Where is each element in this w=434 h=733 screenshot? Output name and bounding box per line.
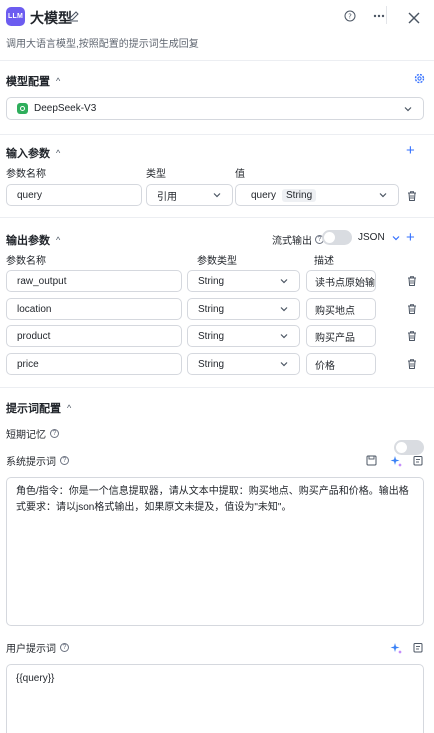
node-title: 大模型	[30, 10, 72, 26]
save-icon[interactable]	[366, 455, 377, 466]
chevron-up-icon: ^	[56, 76, 61, 86]
output-format-value: JSON	[358, 232, 385, 243]
svg-text:?: ?	[348, 13, 352, 21]
ai-sparkle-icon[interactable]	[390, 455, 402, 467]
divider	[0, 387, 434, 388]
stream-output-toggle[interactable]	[322, 230, 352, 245]
model-config-header[interactable]: 模型配置 ^	[6, 73, 60, 89]
help-icon[interactable]: ?	[60, 643, 69, 652]
output-param-desc-field[interactable]: 购买地点	[306, 298, 376, 320]
output-param-desc-field[interactable]: 读书点原始输出	[306, 270, 376, 292]
divider	[0, 217, 434, 218]
stream-output-label: 流式输出	[272, 236, 312, 247]
short-memory-label: 短期记忆	[6, 430, 46, 441]
chevron-down-icon	[404, 106, 412, 111]
prompt-config-header[interactable]: 提示词配置 ^	[6, 400, 71, 416]
ref-variable-name: query	[251, 189, 277, 201]
chevron-up-icon: ^	[67, 403, 72, 413]
output-param-desc-field[interactable]: 购买产品	[306, 325, 376, 347]
help-icon[interactable]: ?	[50, 429, 59, 438]
output-param-name-field[interactable]: raw_output	[6, 270, 182, 292]
chevron-down-icon	[280, 279, 288, 284]
chevron-down-icon	[379, 193, 387, 198]
chevron-up-icon: ^	[56, 235, 61, 245]
col-param-name: 参数名称	[6, 256, 46, 267]
output-format-select[interactable]: JSON	[358, 232, 401, 243]
add-output-param-button[interactable]: +	[406, 230, 415, 245]
input-params-title: 输入参数	[6, 148, 50, 160]
chevron-down-icon	[280, 362, 288, 367]
user-prompt-label: 用户提示词	[6, 644, 56, 655]
edit-icon[interactable]	[68, 10, 80, 22]
col-param-name: 参数名称	[6, 169, 46, 180]
chevron-up-icon: ^	[56, 148, 61, 158]
col-description: 描述	[314, 256, 334, 267]
user-prompt-textarea[interactable]: {{query}}	[6, 664, 424, 733]
divider	[0, 60, 434, 61]
system-prompt-label: 系统提示词	[6, 457, 56, 468]
trash-icon[interactable]	[406, 190, 418, 202]
more-icon[interactable]	[372, 11, 386, 21]
chevron-down-icon	[213, 193, 221, 198]
model-config-title: 模型配置	[6, 76, 50, 88]
input-param-name-field[interactable]: query	[6, 184, 142, 206]
short-memory-group: 短期记忆 ?	[6, 426, 59, 441]
output-param-type-select[interactable]: String	[187, 353, 300, 375]
help-icon[interactable]: ?	[344, 10, 356, 22]
output-param-desc-field[interactable]: 价格	[306, 353, 376, 375]
chevron-down-icon	[280, 307, 288, 312]
user-prompt-group: 用户提示词 ?	[6, 640, 69, 655]
input-param-type-select[interactable]: 引用	[146, 184, 233, 206]
output-params-header[interactable]: 输出参数 ^	[6, 232, 60, 248]
system-prompt-textarea[interactable]: 角色/指令：你是一个信息提取器，请从文本中提取：购买地点、购买产品和价格。输出格…	[6, 477, 424, 626]
trash-icon[interactable]	[406, 275, 418, 287]
short-memory-toggle[interactable]	[394, 440, 424, 455]
help-icon[interactable]: ?	[60, 456, 69, 465]
header-divider	[386, 6, 387, 24]
output-param-type-select[interactable]: String	[187, 325, 300, 347]
prompt-library-icon[interactable]	[413, 642, 424, 653]
chevron-down-icon	[280, 334, 288, 339]
output-param-name-field[interactable]: price	[6, 353, 182, 375]
ai-sparkle-icon[interactable]	[390, 642, 402, 654]
output-param-type-value: String	[198, 358, 225, 370]
trash-icon[interactable]	[406, 303, 418, 315]
output-param-type-value: String	[198, 303, 225, 315]
chevron-down-icon	[392, 235, 400, 240]
output-param-type-value: String	[198, 330, 225, 342]
output-param-type-select[interactable]: String	[187, 270, 300, 292]
divider	[0, 134, 434, 135]
prompt-config-title: 提示词配置	[6, 403, 61, 415]
col-param-type: 参数类型	[197, 256, 237, 267]
model-select[interactable]: DeepSeek-V3	[6, 97, 424, 120]
settings-icon[interactable]	[414, 73, 425, 84]
input-param-type-value: 引用	[157, 191, 177, 203]
output-param-name-field[interactable]: location	[6, 298, 182, 320]
system-prompt-group: 系统提示词 ?	[6, 453, 69, 468]
trash-icon[interactable]	[406, 330, 418, 342]
model-badge-icon	[17, 103, 28, 114]
col-type: 类型	[146, 169, 166, 180]
model-name: DeepSeek-V3	[34, 103, 97, 114]
stream-output-group: 流式输出 ?	[272, 232, 324, 247]
col-value: 值	[235, 169, 245, 180]
output-param-type-select[interactable]: String	[187, 298, 300, 320]
add-input-param-button[interactable]: +	[406, 143, 415, 158]
input-param-value-select[interactable]: query String	[235, 184, 399, 206]
output-param-type-value: String	[198, 275, 225, 287]
trash-icon[interactable]	[406, 358, 418, 370]
output-params-title: 输出参数	[6, 235, 50, 247]
node-description: 调用大语言模型,按照配置的提示词生成回复	[6, 39, 199, 50]
input-params-header[interactable]: 输入参数 ^	[6, 145, 60, 161]
llm-logo: LLM	[6, 7, 25, 26]
ref-variable-type-tag: String	[282, 188, 317, 202]
output-param-name-field[interactable]: product	[6, 325, 182, 347]
close-icon[interactable]	[407, 11, 421, 25]
prompt-library-icon[interactable]	[413, 455, 424, 466]
